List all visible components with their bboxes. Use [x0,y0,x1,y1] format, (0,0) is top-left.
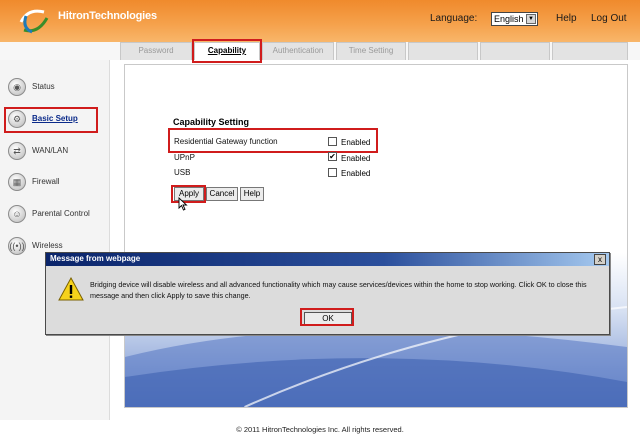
sidebar-item-label: Status [32,82,55,91]
footer-copyright: © 2011 HitronTechnologies Inc. All right… [236,425,404,434]
header-bar: HitronTechnologies Language: English ▼ H… [0,0,640,42]
tab-password[interactable]: Password [120,42,192,60]
upnp-checkbox[interactable]: ✔ [328,152,337,161]
logout-link[interactable]: Log Out [591,13,627,24]
language-select[interactable]: English ▼ [491,12,538,26]
residential-gateway-highlight [168,128,378,153]
brand-name: HitronTechnologies [58,10,157,22]
language-label: Language: [430,13,478,24]
parental-control-icon: ☺ [8,205,26,223]
usb-enabled-label: Enabled [341,169,371,178]
warning-icon [58,277,84,301]
capability-tab-highlight [192,39,262,63]
wireless-icon: ((•)) [8,237,26,255]
sidebar-item-label: Wireless [32,241,63,250]
hitron-logo-icon [19,9,49,34]
tab-empty-3[interactable] [552,42,628,60]
tab-bar: Password Capability Authentication Time … [0,42,640,60]
status-icon: ◉ [8,78,26,96]
content-panel [124,64,628,408]
sidebar-item-firewall[interactable]: ▦ Firewall [8,173,108,193]
sidebar-item-status[interactable]: ◉ Status [8,78,108,98]
cursor-icon [178,197,188,211]
upnp-label: UPnP [174,153,195,162]
firewall-icon: ▦ [8,173,26,191]
dialog-titlebar: Message from webpage x [46,253,609,266]
tab-time-setting[interactable]: Time Setting [336,42,406,60]
chevron-down-icon[interactable]: ▼ [526,14,536,24]
help-button[interactable]: Help [240,187,264,201]
help-link[interactable]: Help [556,13,577,24]
dialog-title: Message from webpage [50,254,141,263]
cancel-button[interactable]: Cancel [206,187,238,201]
tab-empty-1[interactable] [408,42,478,60]
ok-button-highlight [300,308,354,326]
sidebar-item-label: Firewall [32,177,60,186]
apply-button-highlight [171,185,206,203]
usb-label: USB [174,168,191,177]
wan-lan-icon: ⇄ [8,142,26,160]
upnp-enabled-label: Enabled [341,154,371,163]
sidebar-item-label: WAN/LAN [32,146,69,155]
sidebar-item-parental-control[interactable]: ☺ Parental Control [8,205,108,225]
section-title: Capability Setting [173,117,250,127]
usb-checkbox[interactable] [328,168,337,177]
tab-authentication[interactable]: Authentication [262,42,334,60]
sidebar-item-label: Parental Control [32,209,90,218]
dialog-message: Bridging device will disable wireless an… [90,280,587,300]
tab-empty-2[interactable] [480,42,550,60]
language-select-value: English [494,14,524,24]
basic-setup-highlight [4,107,98,133]
close-icon[interactable]: x [594,254,606,265]
sidebar-item-wan-lan[interactable]: ⇄ WAN/LAN [8,142,108,162]
